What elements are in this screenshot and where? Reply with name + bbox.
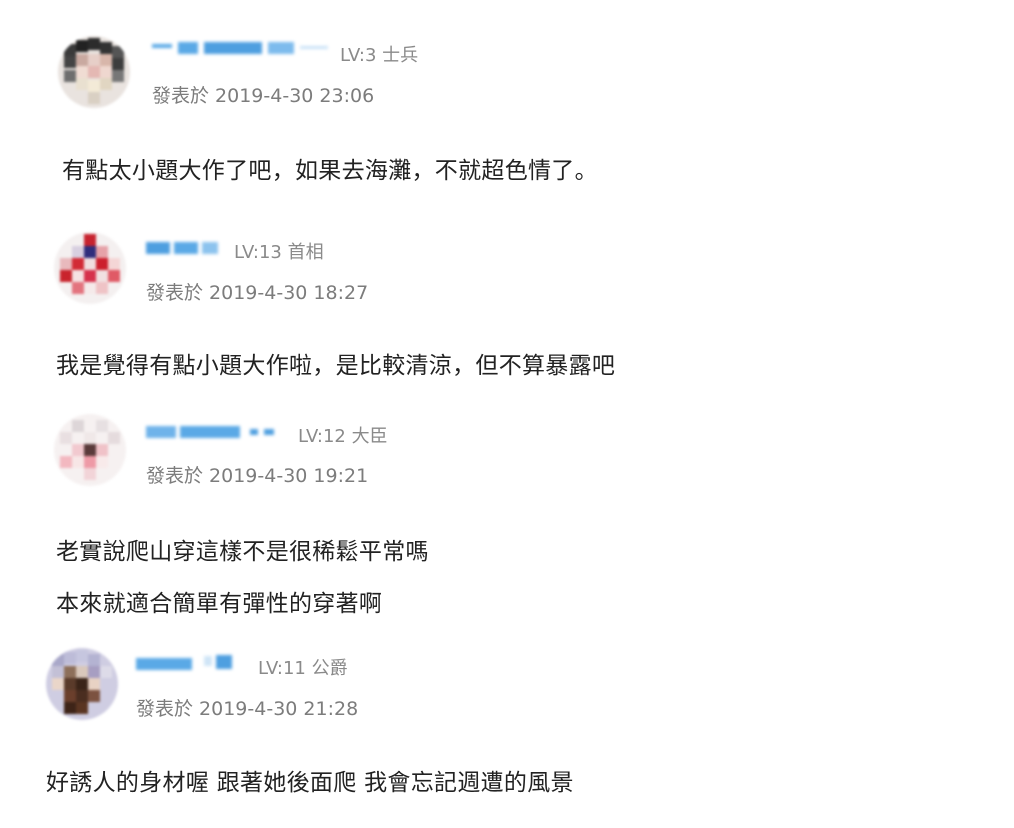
avatar[interactable] bbox=[46, 648, 118, 720]
user-level: LV:11 公爵 bbox=[258, 658, 348, 679]
username[interactable] bbox=[152, 38, 328, 60]
post-timestamp: 發表於 2019-4-30 18:27 bbox=[146, 282, 369, 304]
username[interactable] bbox=[136, 654, 238, 676]
user-level: LV:12 大臣 bbox=[298, 426, 388, 447]
user-level: LV:13 首相 bbox=[234, 242, 324, 263]
user-level: LV:3 士兵 bbox=[340, 45, 419, 66]
avatar[interactable] bbox=[58, 36, 130, 108]
post-timestamp: 發表於 2019-4-30 21:28 bbox=[136, 698, 359, 720]
comment-text: 本來就適合簡單有彈性的穿著啊 bbox=[56, 591, 383, 617]
username[interactable] bbox=[146, 238, 220, 260]
avatar[interactable] bbox=[54, 414, 126, 486]
comment-text: 我是覺得有點小題大作啦，是比較清涼，但不算暴露吧 bbox=[56, 353, 616, 379]
comment-text: 好誘人的身材喔 跟著她後面爬 我會忘記週遭的風景 bbox=[46, 770, 574, 796]
comment-text: 老實說爬山穿這樣不是很稀鬆平常嗎 bbox=[56, 539, 429, 565]
post-timestamp: 發表於 2019-4-30 23:06 bbox=[152, 85, 375, 107]
comment-text: 有點太小題大作了吧，如果去海灘，不就超色情了。 bbox=[62, 158, 598, 184]
post-timestamp: 發表於 2019-4-30 19:21 bbox=[146, 465, 369, 487]
avatar[interactable] bbox=[54, 232, 126, 304]
username[interactable] bbox=[146, 422, 276, 444]
